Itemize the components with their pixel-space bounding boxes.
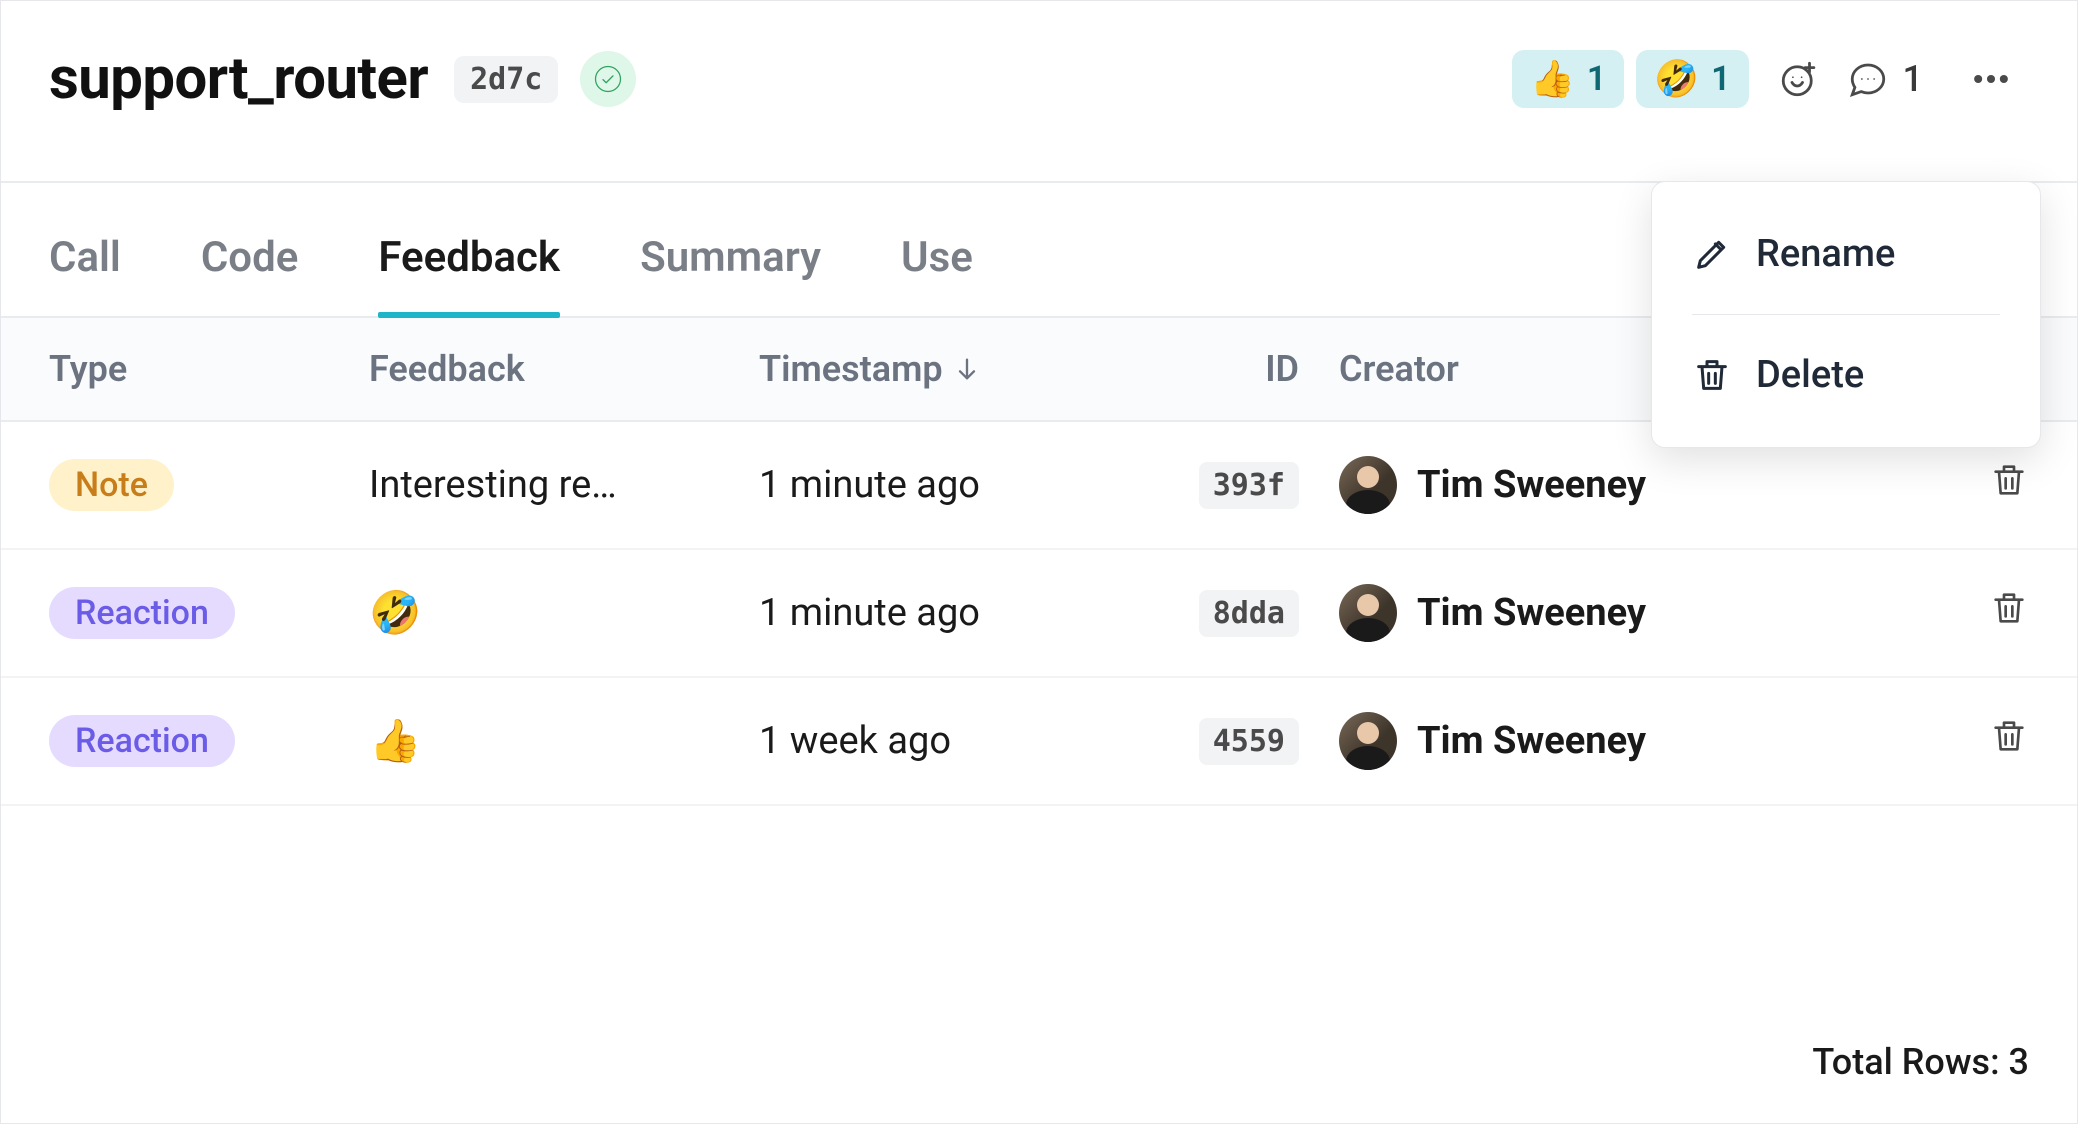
rofl-icon: 🤣 [1654,58,1699,100]
creator-name: Tim Sweeney [1417,719,1646,763]
type-tag-note: Note [49,459,174,511]
timestamp: 1 minute ago [759,463,1139,507]
dropdown-separator [1692,314,2000,315]
table-row[interactable]: Reaction 🤣 1 minute ago 8dda Tim Sweeney [1,550,2077,678]
pencil-icon [1692,234,1732,274]
reaction-count: 1 [1711,59,1730,99]
more-menu-button[interactable] [1963,51,2019,107]
creator-cell[interactable]: Tim Sweeney [1339,456,1819,514]
add-reaction-button[interactable] [1771,51,1827,107]
avatar [1339,712,1397,770]
feedback-emoji: 🤣 [369,589,759,638]
col-header-feedback[interactable]: Feedback [369,348,759,390]
delete-label: Delete [1756,353,1864,397]
feedback-text: Interesting re… [369,463,759,507]
reaction-pill-thumbs-up[interactable]: 👍 1 [1512,50,1624,108]
comment-count-value: 1 [1903,58,1923,100]
more-horizontal-icon [1969,57,2013,101]
comment-count[interactable]: 1 [1847,58,1923,100]
avatar [1339,584,1397,642]
creator-cell[interactable]: Tim Sweeney [1339,712,1819,770]
rename-menu-item[interactable]: Rename [1652,208,2040,300]
tab-summary[interactable]: Summary [640,233,821,316]
header: support_router 2d7c 👍 1 🤣 1 1 [1,1,2077,153]
reaction-pill-rofl[interactable]: 🤣 1 [1636,50,1748,108]
col-header-timestamp[interactable]: Timestamp [759,348,1139,390]
trash-icon [1989,588,2029,628]
delete-row-button[interactable] [1989,716,2029,766]
type-tag-reaction: Reaction [49,587,235,639]
total-rows: Total Rows: 3 [1812,1041,2029,1083]
arrow-down-icon [953,355,981,383]
timestamp: 1 week ago [759,719,1139,763]
delete-row-button[interactable] [1989,460,2029,510]
delete-row-button[interactable] [1989,588,2029,638]
smile-plus-icon [1778,58,1820,100]
timestamp: 1 minute ago [759,591,1139,635]
creator-name: Tim Sweeney [1417,463,1646,507]
col-header-id[interactable]: ID [1139,348,1339,390]
hash-badge[interactable]: 2d7c [454,56,558,103]
table-row[interactable]: Reaction 👍 1 week ago 4559 Tim Sweeney [1,678,2077,806]
more-dropdown: Rename Delete [1651,181,2041,448]
page-title: support_router [49,45,428,113]
trash-icon [1989,460,2029,500]
tab-code[interactable]: Code [201,233,298,316]
tab-use[interactable]: Use [901,233,973,316]
id-badge[interactable]: 393f [1199,462,1299,509]
comment-icon [1847,58,1889,100]
col-header-type[interactable]: Type [49,348,369,390]
reaction-count: 1 [1587,59,1606,99]
status-indicator [580,51,636,107]
tab-feedback[interactable]: Feedback [378,233,560,316]
trash-icon [1989,716,2029,756]
check-circle-icon [593,64,623,94]
creator-name: Tim Sweeney [1417,591,1646,635]
delete-menu-item[interactable]: Delete [1652,329,2040,421]
total-rows-value: 3 [2009,1041,2029,1083]
id-badge[interactable]: 8dda [1199,590,1299,637]
trash-icon [1692,355,1732,395]
col-header-timestamp-label: Timestamp [759,348,943,390]
total-rows-label: Total Rows: [1812,1041,1999,1083]
tab-call[interactable]: Call [49,233,121,316]
thumbs-up-icon: 👍 [1530,58,1575,100]
creator-cell[interactable]: Tim Sweeney [1339,584,1819,642]
avatar [1339,456,1397,514]
feedback-emoji: 👍 [369,717,759,766]
type-tag-reaction: Reaction [49,715,235,767]
id-badge[interactable]: 4559 [1199,718,1299,765]
rename-label: Rename [1756,232,1895,276]
